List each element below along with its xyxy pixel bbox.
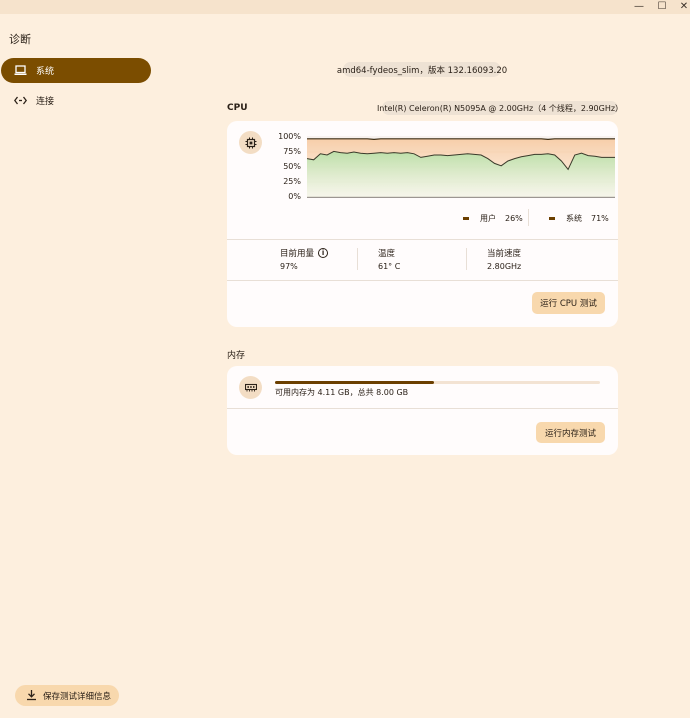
cpu-model-chip: Intel(R) Celeron(R) N5095A @ 2.00GHz（4 个… (377, 101, 623, 115)
close-icon: ✕ (679, 1, 689, 12)
divider (227, 239, 618, 240)
y-tick-label: 25% (283, 177, 301, 186)
stat-current-speed-label: 当前速度 (487, 249, 522, 259)
stat-divider (357, 248, 358, 270)
cpu-usage-chart (307, 136, 615, 198)
minimize-icon: — (634, 1, 644, 12)
cpu-chip-icon (239, 131, 262, 154)
save-test-details-button[interactable]: 保存测试详细信息 (15, 685, 119, 706)
stat-divider (466, 248, 467, 270)
y-tick-label: 75% (283, 147, 301, 156)
close-button[interactable]: ✕ (673, 0, 690, 13)
run-memory-test-button[interactable]: 运行内存测试 (536, 422, 605, 443)
legend-swatch (549, 217, 555, 220)
save-button-label: 保存测试详细信息 (43, 692, 112, 702)
y-tick-label: 100% (278, 132, 301, 141)
stat-temperature-value: 61° C (378, 262, 401, 271)
maximize-icon: ☐ (657, 1, 667, 12)
sidebar-item-label: 系统 (36, 67, 55, 77)
maximize-button[interactable]: ☐ (651, 0, 673, 13)
legend-label: 用户 (480, 214, 496, 223)
memory-card: 可用内存为 4.11 GB，总共 8.00 GB 运行内存测试 (227, 366, 618, 455)
stat-temperature-label: 温度 (378, 249, 396, 259)
y-tick-label: 50% (283, 162, 301, 171)
divider (227, 280, 618, 281)
sidebar-item-connectivity[interactable]: 连接 (1, 88, 151, 113)
memory-available-text: 可用内存为 4.11 GB，总共 8.00 GB (275, 388, 409, 397)
app-title: 诊断 (9, 33, 31, 46)
memory-module-icon (239, 376, 262, 399)
sidebar-item-label: 连接 (36, 97, 55, 107)
divider (227, 408, 618, 409)
legend-swatch (463, 217, 469, 220)
legend-label: 系统 (566, 214, 582, 223)
system-series-line (307, 138, 615, 141)
memory-usage-bar-fill (275, 381, 435, 384)
legend-value: 26% (505, 214, 523, 223)
stat-label: 目前用量 (280, 249, 315, 259)
download-icon (26, 689, 37, 704)
laptop-icon (13, 64, 27, 78)
info-icon[interactable]: i (318, 248, 329, 258)
stat-current-usage-value: 97% (280, 262, 298, 271)
memory-section-title: 内存 (227, 351, 246, 361)
cpu-section-title: CPU (227, 103, 248, 113)
legend-divider (528, 209, 529, 226)
legend-user: 用户 26% (463, 213, 523, 224)
minimize-button[interactable]: — (628, 0, 650, 13)
code-arrows-icon (13, 94, 27, 108)
sidebar-item-system[interactable]: 系统 (1, 58, 151, 83)
stat-current-usage-label: 目前用量 i (280, 247, 329, 259)
y-tick-label: 0% (288, 192, 301, 201)
legend-value: 71% (591, 214, 609, 223)
run-cpu-test-button[interactable]: 运行 CPU 测试 (532, 292, 605, 314)
cpu-card: 100% 75% 50% 25% 0% 用户 26% 系统 71% 目前用量 i… (227, 121, 618, 327)
window-titlebar: — ☐ ✕ (0, 0, 690, 14)
device-version-chip: amd64-fydeos_slim，版本 132.16093.20 (337, 62, 507, 77)
legend-system: 系统 71% (549, 213, 609, 224)
stat-current-speed-value: 2.80GHz (487, 262, 522, 271)
